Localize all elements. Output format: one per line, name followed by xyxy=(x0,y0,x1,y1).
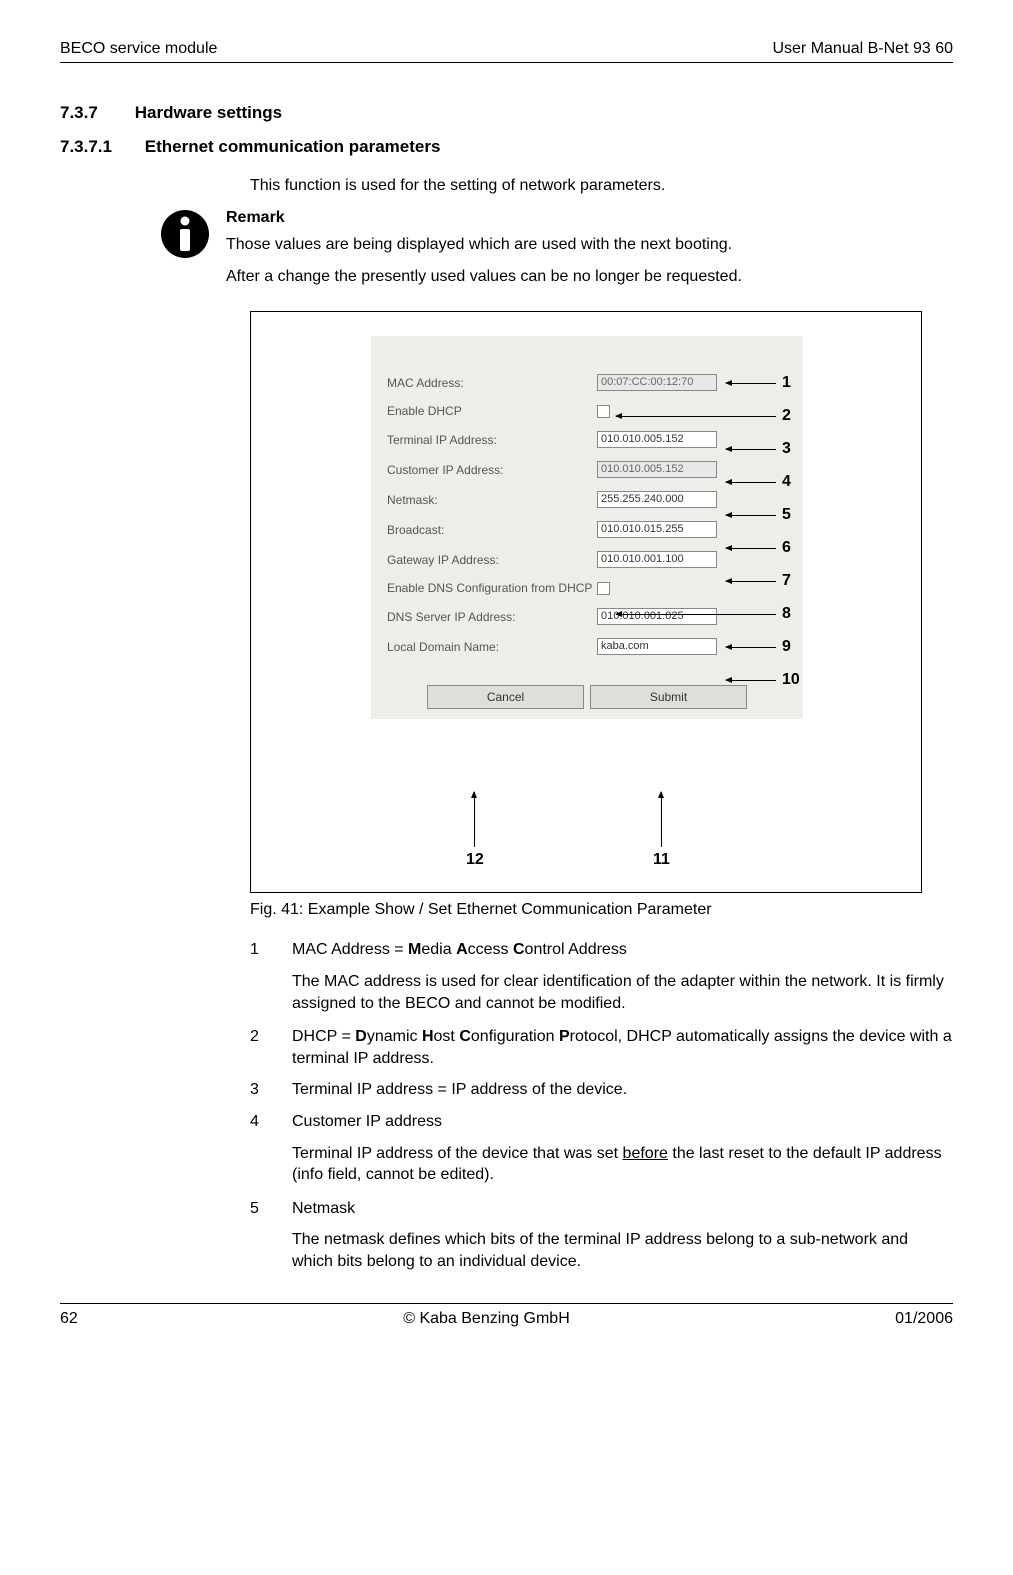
list-item-number: 5 xyxy=(250,1198,292,1220)
form-label: Terminal IP Address: xyxy=(387,433,597,447)
callout-number: 10 xyxy=(782,671,800,689)
callout-10: 10 xyxy=(726,671,800,689)
callout-1: 1 xyxy=(726,374,791,392)
list-item: 5Netmask xyxy=(250,1198,953,1220)
header-rule xyxy=(60,62,953,63)
remark-line2: After a change the presently used values… xyxy=(226,266,742,288)
callout-number: 7 xyxy=(782,572,791,590)
callout-number: 8 xyxy=(782,605,791,623)
list-item-title: Netmask xyxy=(292,1198,953,1220)
remark-title: Remark xyxy=(226,207,742,229)
page-footer: 62 © Kaba Benzing GmbH 01/2006 xyxy=(60,1310,953,1328)
form-label: Local Domain Name: xyxy=(387,640,597,654)
section-heading: 7.3.7 Hardware settings xyxy=(60,103,953,123)
checkbox[interactable] xyxy=(597,405,610,418)
subsection-title: Ethernet communication parameters xyxy=(145,137,441,156)
text-input[interactable]: 010.010.001.100 xyxy=(597,551,717,568)
text-input: 010.010.005.152 xyxy=(597,461,717,478)
footer-rule xyxy=(60,1303,953,1304)
list-item-number: 1 xyxy=(250,939,292,961)
intro-text: This function is used for the setting of… xyxy=(250,175,953,197)
text-input: 00:07:CC:00:12:70 xyxy=(597,374,717,391)
callout-number: 4 xyxy=(782,473,791,491)
list-item-description: The MAC address is used for clear identi… xyxy=(292,971,953,1014)
form-label: Netmask: xyxy=(387,493,597,507)
figure-container: MAC Address:00:07:CC:00:12:70Enable DHCP… xyxy=(250,311,953,919)
section-number: 7.3.7 xyxy=(60,103,130,123)
checkbox[interactable] xyxy=(597,582,610,595)
list-item: 4Customer IP address xyxy=(250,1111,953,1133)
list-item-number: 4 xyxy=(250,1111,292,1133)
callout-2: 2 xyxy=(616,407,791,425)
text-input[interactable]: kaba.com xyxy=(597,638,717,655)
header-right: User Manual B-Net 93 60 xyxy=(772,40,953,58)
text-input[interactable]: 010.010.015.255 xyxy=(597,521,717,538)
form-label: MAC Address: xyxy=(387,376,597,390)
list-item: 3Terminal IP address = IP address of the… xyxy=(250,1079,953,1101)
callout-number: 1 xyxy=(782,374,791,392)
callout-number: 12 xyxy=(466,851,484,869)
callout-8: 8 xyxy=(616,605,791,623)
list-item-title: Terminal IP address = IP address of the … xyxy=(292,1079,953,1101)
remark-block: Remark Those values are being displayed … xyxy=(160,207,953,298)
list-item: 1MAC Address = Media Access Control Addr… xyxy=(250,939,953,961)
remark-line1: Those values are being displayed which a… xyxy=(226,234,742,256)
definition-list: 1MAC Address = Media Access Control Addr… xyxy=(250,939,953,1272)
form-label: Enable DHCP xyxy=(387,404,597,418)
callout-3: 3 xyxy=(726,440,791,458)
form-label: Enable DNS Configuration from DHCP xyxy=(387,581,597,595)
form-label: Broadcast: xyxy=(387,523,597,537)
list-item: 2DHCP = Dynamic Host Configuration Proto… xyxy=(250,1026,953,1069)
callout-number: 3 xyxy=(782,440,791,458)
figure-caption: Fig. 41: Example Show / Set Ethernet Com… xyxy=(250,901,953,919)
page-header: BECO service module User Manual B-Net 93… xyxy=(60,40,953,58)
list-item-title: Customer IP address xyxy=(292,1111,953,1133)
callout-9: 9 xyxy=(726,638,791,656)
form-label: Customer IP Address: xyxy=(387,463,597,477)
footer-date: 01/2006 xyxy=(895,1310,953,1328)
list-item-title: MAC Address = Media Access Control Addre… xyxy=(292,939,953,961)
callout-12: 12 xyxy=(466,792,484,869)
callout-number: 5 xyxy=(782,506,791,524)
list-item-number: 2 xyxy=(250,1026,292,1069)
subsection-number: 7.3.7.1 xyxy=(60,137,140,157)
callout-5: 5 xyxy=(726,506,791,524)
callout-11: 11 xyxy=(653,792,670,869)
figure-frame: MAC Address:00:07:CC:00:12:70Enable DHCP… xyxy=(250,311,922,893)
submit-button[interactable]: Submit xyxy=(590,685,747,709)
cancel-button[interactable]: Cancel xyxy=(427,685,584,709)
subsection-heading: 7.3.7.1 Ethernet communication parameter… xyxy=(60,137,953,157)
callout-number: 9 xyxy=(782,638,791,656)
callout-number: 2 xyxy=(782,407,791,425)
callout-6: 6 xyxy=(726,539,791,557)
callout-number: 11 xyxy=(653,851,670,869)
list-item-description: The netmask defines which bits of the te… xyxy=(292,1229,953,1272)
form-label: Gateway IP Address: xyxy=(387,553,597,567)
footer-copyright: © Kaba Benzing GmbH xyxy=(403,1310,570,1328)
text-input[interactable]: 010.010.005.152 xyxy=(597,431,717,448)
list-item-number: 3 xyxy=(250,1079,292,1101)
section-title: Hardware settings xyxy=(135,103,282,122)
callout-7: 7 xyxy=(726,572,791,590)
callout-number: 6 xyxy=(782,539,791,557)
form-label: DNS Server IP Address: xyxy=(387,610,597,624)
footer-page: 62 xyxy=(60,1310,78,1328)
list-item-title: DHCP = Dynamic Host Configuration Protoc… xyxy=(292,1026,953,1069)
callout-4: 4 xyxy=(726,473,791,491)
text-input[interactable]: 255.255.240.000 xyxy=(597,491,717,508)
settings-dialog: MAC Address:00:07:CC:00:12:70Enable DHCP… xyxy=(371,336,803,719)
info-icon xyxy=(160,209,210,298)
header-left: BECO service module xyxy=(60,40,217,58)
list-item-description: Terminal IP address of the device that w… xyxy=(292,1143,953,1186)
